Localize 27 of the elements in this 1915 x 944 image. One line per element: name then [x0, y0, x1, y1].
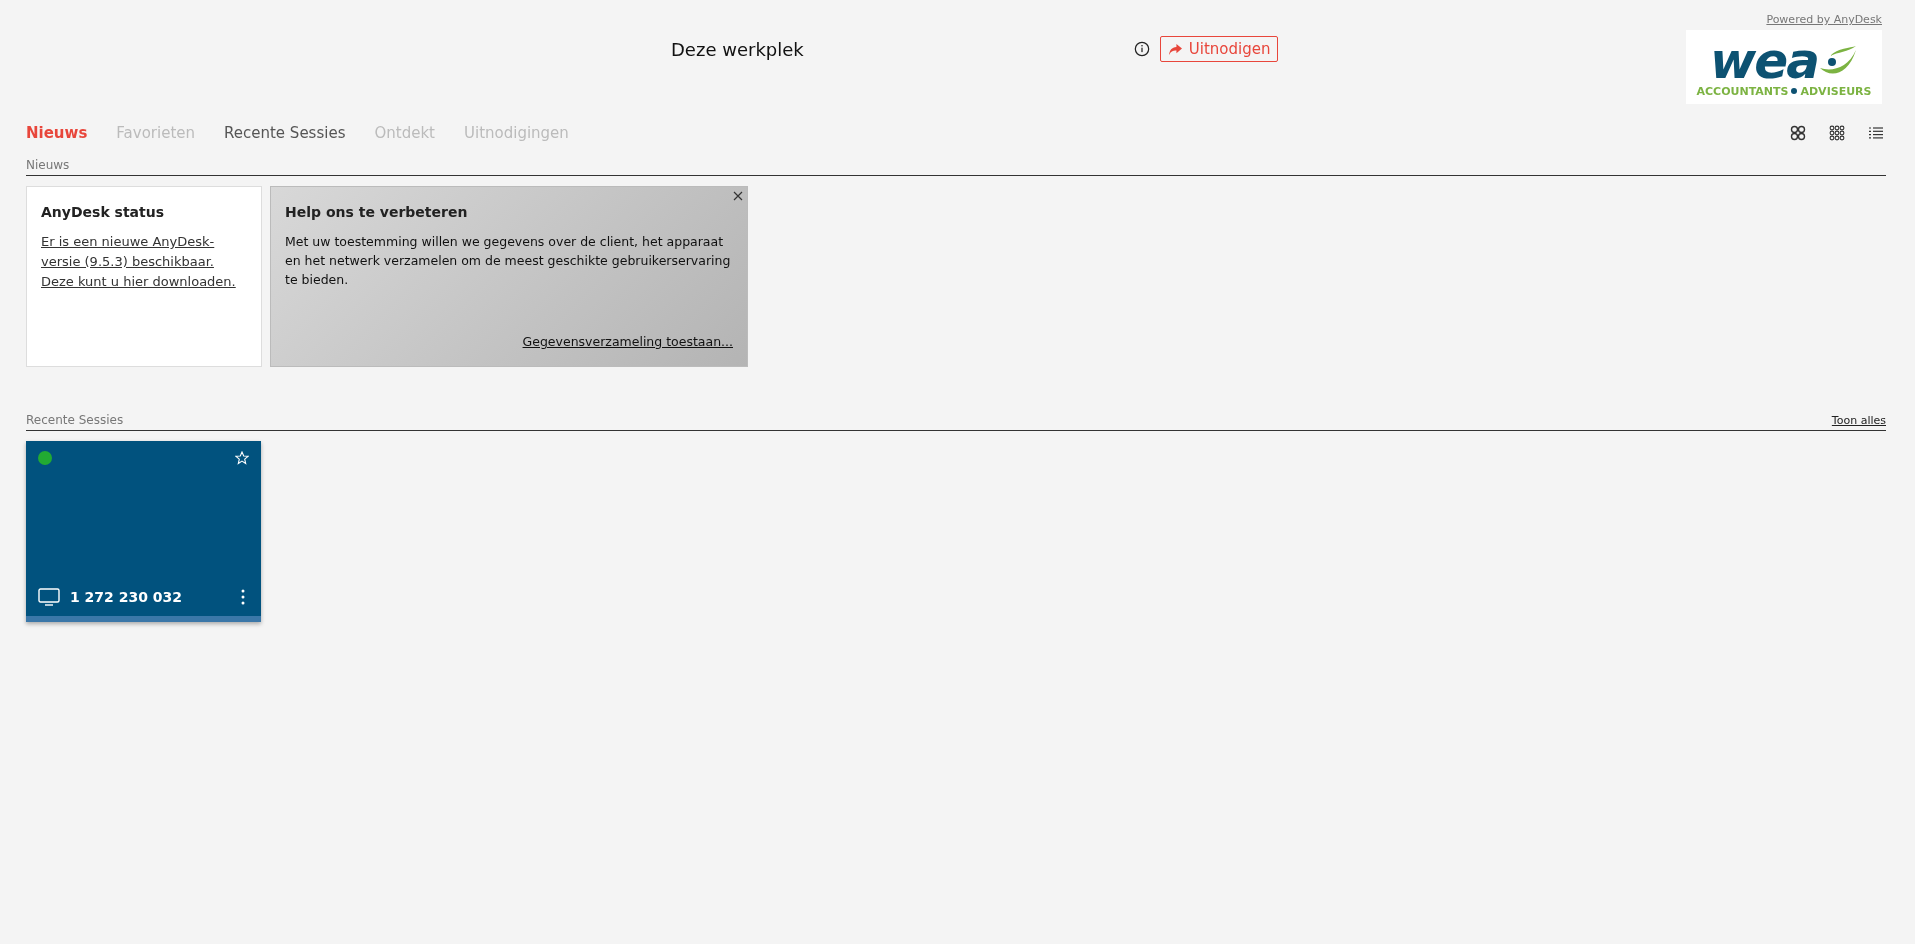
- dot-icon: [1791, 88, 1798, 94]
- logo-wordmark: wea: [1710, 36, 1818, 85]
- nav-tab[interactable]: Recente Sessies: [224, 124, 346, 142]
- card-title: AnyDesk status: [41, 204, 166, 220]
- workplace-title: Deze werkplek: [671, 38, 804, 60]
- close-icon[interactable]: [733, 191, 743, 201]
- session-tile[interactable]: 1 272 230 032: [26, 441, 261, 622]
- star-icon[interactable]: [235, 451, 249, 465]
- section-title: Nieuws: [26, 158, 70, 172]
- invite-button[interactable]: Uitnodigen: [1159, 36, 1279, 62]
- powered-by-link[interactable]: Powered by AnyDesk: [1766, 13, 1882, 26]
- monitor-icon: [38, 588, 60, 606]
- download-link[interactable]: Er is een nieuwe AnyDesk-versie (9.5.3) beschikbaar. Deze kunt u hier downloaden.: [41, 232, 247, 292]
- info-icon[interactable]: [1133, 41, 1150, 57]
- logo-tagline: ADVISEURS: [1800, 84, 1872, 98]
- small-tiles-view-icon[interactable]: [1827, 123, 1847, 143]
- card-text: Met uw toestemming willen we gegevens over de client, het apparaat en het netwerk verzamelen om de meest geschikte gebruikerservaring te bieden.: [285, 233, 732, 289]
- nav-tab[interactable]: Nieuws: [26, 124, 88, 142]
- large-tiles-view-icon[interactable]: [1788, 123, 1808, 143]
- card-title: Help ons te verbeteren: [285, 204, 469, 220]
- allow-data-collection-link[interactable]: Gegevensverzameling toestaan...: [522, 334, 733, 349]
- share-arrow-icon: [1167, 42, 1183, 56]
- session-address: 1 272 230 032: [70, 589, 183, 605]
- logo-tagline: ACCOUNTANTS: [1696, 84, 1789, 98]
- section-title: Recente Sessies: [26, 413, 124, 427]
- show-all-link[interactable]: Toon alles: [1831, 414, 1886, 427]
- more-options-icon[interactable]: [241, 589, 245, 605]
